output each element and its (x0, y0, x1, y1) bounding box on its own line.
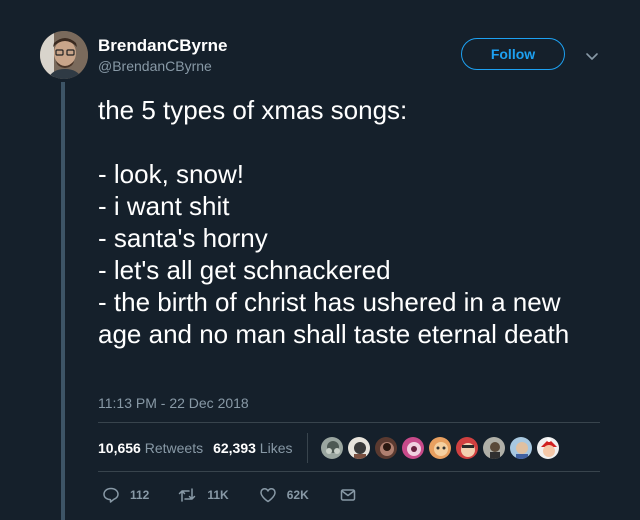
action-bar: 112 11K 62K (102, 486, 357, 504)
tweet-text: the 5 types of xmas songs: - look, snow!… (98, 95, 570, 349)
author-handle[interactable]: @BrendanCByrne (98, 58, 212, 74)
liker-avatar[interactable] (374, 436, 398, 460)
likes-stat[interactable]: 62,393 Likes (213, 440, 292, 456)
reply-icon (102, 486, 120, 504)
author-name[interactable]: BrendanCByrne (98, 36, 227, 56)
likes-label: Likes (259, 440, 293, 456)
likers-avatars (320, 436, 560, 460)
liker-avatar[interactable] (509, 436, 533, 460)
reply-button[interactable]: 112 (102, 486, 149, 504)
tweet-timestamp[interactable]: 11:13 PM - 22 Dec 2018 (98, 395, 249, 411)
reply-count: 112 (130, 488, 150, 502)
thread-line (61, 82, 65, 520)
author-avatar[interactable] (40, 31, 88, 79)
liker-avatar[interactable] (401, 436, 425, 460)
liker-avatar[interactable] (455, 436, 479, 460)
like-count: 62K (286, 488, 309, 502)
divider-top (98, 422, 600, 423)
retweets-stat[interactable]: 10,656 Retweets (98, 440, 203, 456)
retweets-label: Retweets (144, 440, 204, 456)
retweets-count: 10,656 (98, 440, 141, 456)
retweet-icon (177, 486, 197, 504)
liker-avatar[interactable] (428, 436, 452, 460)
like-icon (259, 486, 277, 504)
divider-bottom (98, 471, 600, 472)
liker-avatar[interactable] (536, 436, 560, 460)
liker-avatar[interactable] (320, 436, 344, 460)
chevron-down-icon[interactable] (582, 46, 602, 66)
message-icon (339, 486, 357, 504)
like-button[interactable]: 62K (259, 486, 309, 504)
likes-count: 62,393 (213, 440, 256, 456)
direct-message-button[interactable] (339, 486, 357, 504)
stats-separator (307, 433, 308, 463)
liker-avatar[interactable] (482, 436, 506, 460)
retweet-count: 11K (207, 488, 229, 502)
tweet-card: BrendanCByrne @BrendanCByrne Follow the … (0, 0, 640, 520)
liker-avatar[interactable] (347, 436, 371, 460)
engagement-stats: 10,656 Retweets 62,393 Likes (98, 440, 292, 456)
follow-button[interactable]: Follow (461, 38, 565, 70)
retweet-button[interactable]: 11K (177, 486, 229, 504)
